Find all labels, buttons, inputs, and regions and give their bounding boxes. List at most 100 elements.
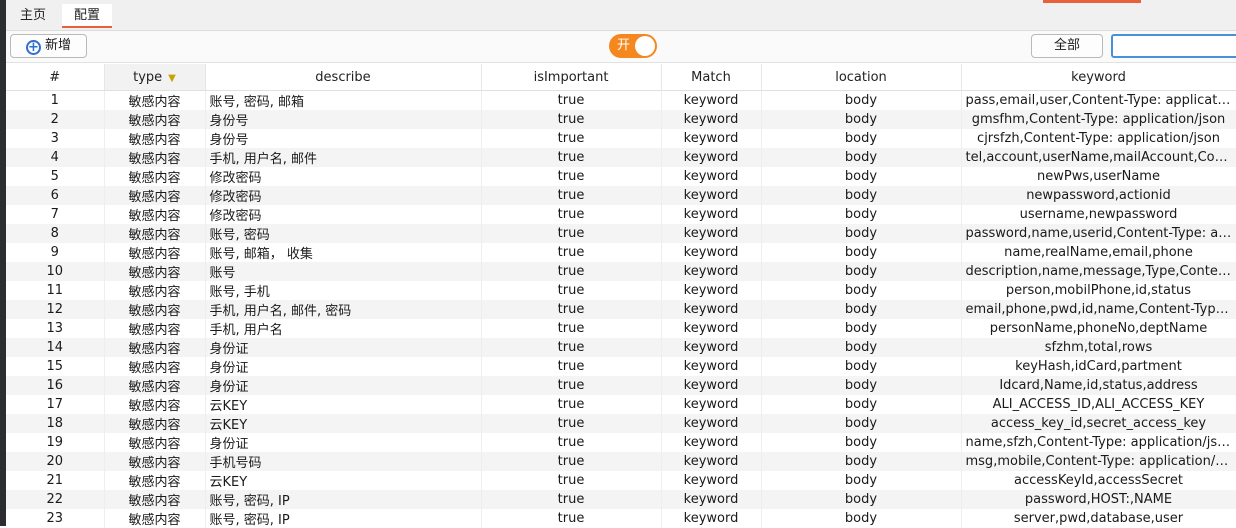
column-header-match[interactable]: Match bbox=[661, 64, 762, 91]
column-header-describe[interactable]: describe bbox=[205, 64, 482, 91]
cell-index: 17 bbox=[6, 395, 105, 414]
cell-match: keyword bbox=[661, 129, 762, 148]
cell-match: keyword bbox=[661, 414, 762, 433]
table-row[interactable]: 21 敏感内容 云KEY true keyword body accessKeyId,acc… bbox=[6, 471, 1236, 490]
cell-describe: 账号, 密码, IP bbox=[205, 490, 482, 509]
column-header-isimportant[interactable]: isImportant bbox=[481, 64, 662, 91]
cell-match: keyword bbox=[661, 186, 762, 205]
cell-describe: 身份证 bbox=[205, 338, 482, 357]
table-row[interactable]: 9 敏感内容 账号, 邮箱， 收集 true keyword body name,realN… bbox=[6, 243, 1236, 262]
table-row[interactable]: 13 敏感内容 手机, 用户名 true keyword body personName,p… bbox=[6, 319, 1236, 338]
cell-describe: 云KEY bbox=[205, 414, 482, 433]
table-row[interactable]: 6 敏感内容 修改密码 true keyword body newpassword,acti… bbox=[6, 186, 1236, 205]
cell-match: keyword bbox=[661, 433, 762, 452]
active-indicator bbox=[1043, 0, 1141, 3]
cell-type: 敏感内容 bbox=[104, 224, 206, 243]
cell-isimportant: true bbox=[481, 338, 662, 357]
cell-type: 敏感内容 bbox=[104, 262, 206, 281]
cell-type: 敏感内容 bbox=[104, 338, 206, 357]
cell-match: keyword bbox=[661, 357, 762, 376]
cell-type: 敏感内容 bbox=[104, 281, 206, 300]
cell-type: 敏感内容 bbox=[104, 300, 206, 319]
enable-toggle[interactable]: 开 bbox=[609, 34, 657, 58]
toggle-knob bbox=[635, 36, 655, 56]
table-row[interactable]: 7 敏感内容 修改密码 true keyword body username,newpass… bbox=[6, 205, 1236, 224]
cell-type: 敏感内容 bbox=[104, 205, 206, 224]
cell-isimportant: true bbox=[481, 186, 662, 205]
table-row[interactable]: 15 敏感内容 身份证 true keyword body keyHash,idCard,p… bbox=[6, 357, 1236, 376]
column-header-index[interactable]: # bbox=[6, 64, 105, 91]
tab-home[interactable]: 主页 bbox=[8, 4, 58, 28]
cell-keyword: email,phone,pwd,id,name,Content-Type: ap… bbox=[961, 300, 1236, 319]
cell-location: body bbox=[761, 224, 962, 243]
table-row[interactable]: 8 敏感内容 账号, 密码 true keyword body password,name,… bbox=[6, 224, 1236, 243]
cell-keyword: pass,email,user,Content-Type: applicatio… bbox=[961, 90, 1236, 110]
table-row[interactable]: 4 敏感内容 手机, 用户名, 邮件 true keyword body tel,accou… bbox=[6, 148, 1236, 167]
cell-type: 敏感内容 bbox=[104, 90, 206, 110]
cell-describe: 手机, 用户名, 邮件, 密码 bbox=[205, 300, 482, 319]
column-header-keyword[interactable]: keyword bbox=[961, 64, 1236, 91]
cell-match: keyword bbox=[661, 452, 762, 471]
column-header-type-label: type bbox=[133, 69, 163, 85]
cell-match: keyword bbox=[661, 110, 762, 129]
config-table: # type ▼ describe isImportant Match locat… bbox=[6, 64, 1236, 528]
cell-index: 22 bbox=[6, 490, 105, 509]
cell-location: body bbox=[761, 471, 962, 490]
cell-keyword: ALI_ACCESS_ID,ALI_ACCESS_KEY bbox=[961, 395, 1236, 414]
filter-icon[interactable]: ▼ bbox=[168, 73, 176, 84]
cell-describe: 修改密码 bbox=[205, 205, 482, 224]
table-row[interactable]: 3 敏感内容 身份号 true keyword body cjrsfzh,Content-T… bbox=[6, 129, 1236, 148]
table-row[interactable]: 23 敏感内容 账号, 密码, IP true keyword body server,pw… bbox=[6, 509, 1236, 528]
cell-location: body bbox=[761, 262, 962, 281]
table-row[interactable]: 19 敏感内容 身份证 true keyword body name,sfzh,Conten… bbox=[6, 433, 1236, 452]
cell-index: 18 bbox=[6, 414, 105, 433]
cell-isimportant: true bbox=[481, 110, 662, 129]
cell-isimportant: true bbox=[481, 490, 662, 509]
filter-all-button[interactable]: 全部 bbox=[1031, 34, 1103, 58]
toolbar: + 新增 开 全部 bbox=[6, 31, 1236, 63]
table-row[interactable]: 22 敏感内容 账号, 密码, IP true keyword body password,… bbox=[6, 490, 1236, 509]
tab-config[interactable]: 配置 bbox=[62, 4, 113, 28]
cell-keyword: sfzhm,total,rows bbox=[961, 338, 1236, 357]
table-row[interactable]: 20 敏感内容 手机号码 true keyword body msg,mobile,Cont… bbox=[6, 452, 1236, 471]
cell-index: 5 bbox=[6, 167, 105, 186]
cell-isimportant: true bbox=[481, 205, 662, 224]
cell-describe: 身份证 bbox=[205, 433, 482, 452]
table-row[interactable]: 16 敏感内容 身份证 true keyword body Idcard,Name,id,s… bbox=[6, 376, 1236, 395]
cell-describe: 云KEY bbox=[205, 471, 482, 490]
cell-keyword: Idcard,Name,id,status,address bbox=[961, 376, 1236, 395]
cell-isimportant: true bbox=[481, 281, 662, 300]
cell-location: body bbox=[761, 357, 962, 376]
cell-keyword: keyHash,idCard,partment bbox=[961, 357, 1236, 376]
cell-describe: 账号, 密码, IP bbox=[205, 509, 482, 528]
table-row[interactable]: 18 敏感内容 云KEY true keyword body access_key_id,s… bbox=[6, 414, 1236, 433]
cell-describe: 手机, 用户名 bbox=[205, 319, 482, 338]
cell-location: body bbox=[761, 90, 962, 110]
column-header-type[interactable]: type ▼ bbox=[104, 64, 206, 91]
column-header-location[interactable]: location bbox=[761, 64, 962, 91]
cell-match: keyword bbox=[661, 319, 762, 338]
table-row[interactable]: 2 敏感内容 身份号 true keyword body gmsfhm,Content-Ty… bbox=[6, 110, 1236, 129]
table-row[interactable]: 12 敏感内容 手机, 用户名, 邮件, 密码 true keyword body emai… bbox=[6, 300, 1236, 319]
cell-location: body bbox=[761, 110, 962, 129]
cell-index: 8 bbox=[6, 224, 105, 243]
table-row[interactable]: 5 敏感内容 修改密码 true keyword body newPws,userName bbox=[6, 167, 1236, 186]
add-button-label: 新增 bbox=[44, 38, 71, 53]
cell-type: 敏感内容 bbox=[104, 319, 206, 338]
table-row[interactable]: 14 敏感内容 身份证 true keyword body sfzhm,total,rows bbox=[6, 338, 1236, 357]
cell-index: 3 bbox=[6, 129, 105, 148]
cell-index: 10 bbox=[6, 262, 105, 281]
cell-type: 敏感内容 bbox=[104, 395, 206, 414]
cell-index: 9 bbox=[6, 243, 105, 262]
cell-match: keyword bbox=[661, 281, 762, 300]
cell-index: 16 bbox=[6, 376, 105, 395]
table-row[interactable]: 10 敏感内容 账号 true keyword body description,name,… bbox=[6, 262, 1236, 281]
cell-isimportant: true bbox=[481, 300, 662, 319]
table-row[interactable]: 11 敏感内容 账号, 手机 true keyword body person,mobilP… bbox=[6, 281, 1236, 300]
table-row[interactable]: 1 敏感内容 账号, 密码, 邮箱 true keyword body pass,email… bbox=[6, 90, 1236, 110]
cell-type: 敏感内容 bbox=[104, 452, 206, 471]
search-input[interactable] bbox=[1111, 34, 1236, 58]
add-button[interactable]: + 新增 bbox=[10, 34, 87, 58]
cell-location: body bbox=[761, 300, 962, 319]
table-row[interactable]: 17 敏感内容 云KEY true keyword body ALI_ACCESS_ID,A… bbox=[6, 395, 1236, 414]
